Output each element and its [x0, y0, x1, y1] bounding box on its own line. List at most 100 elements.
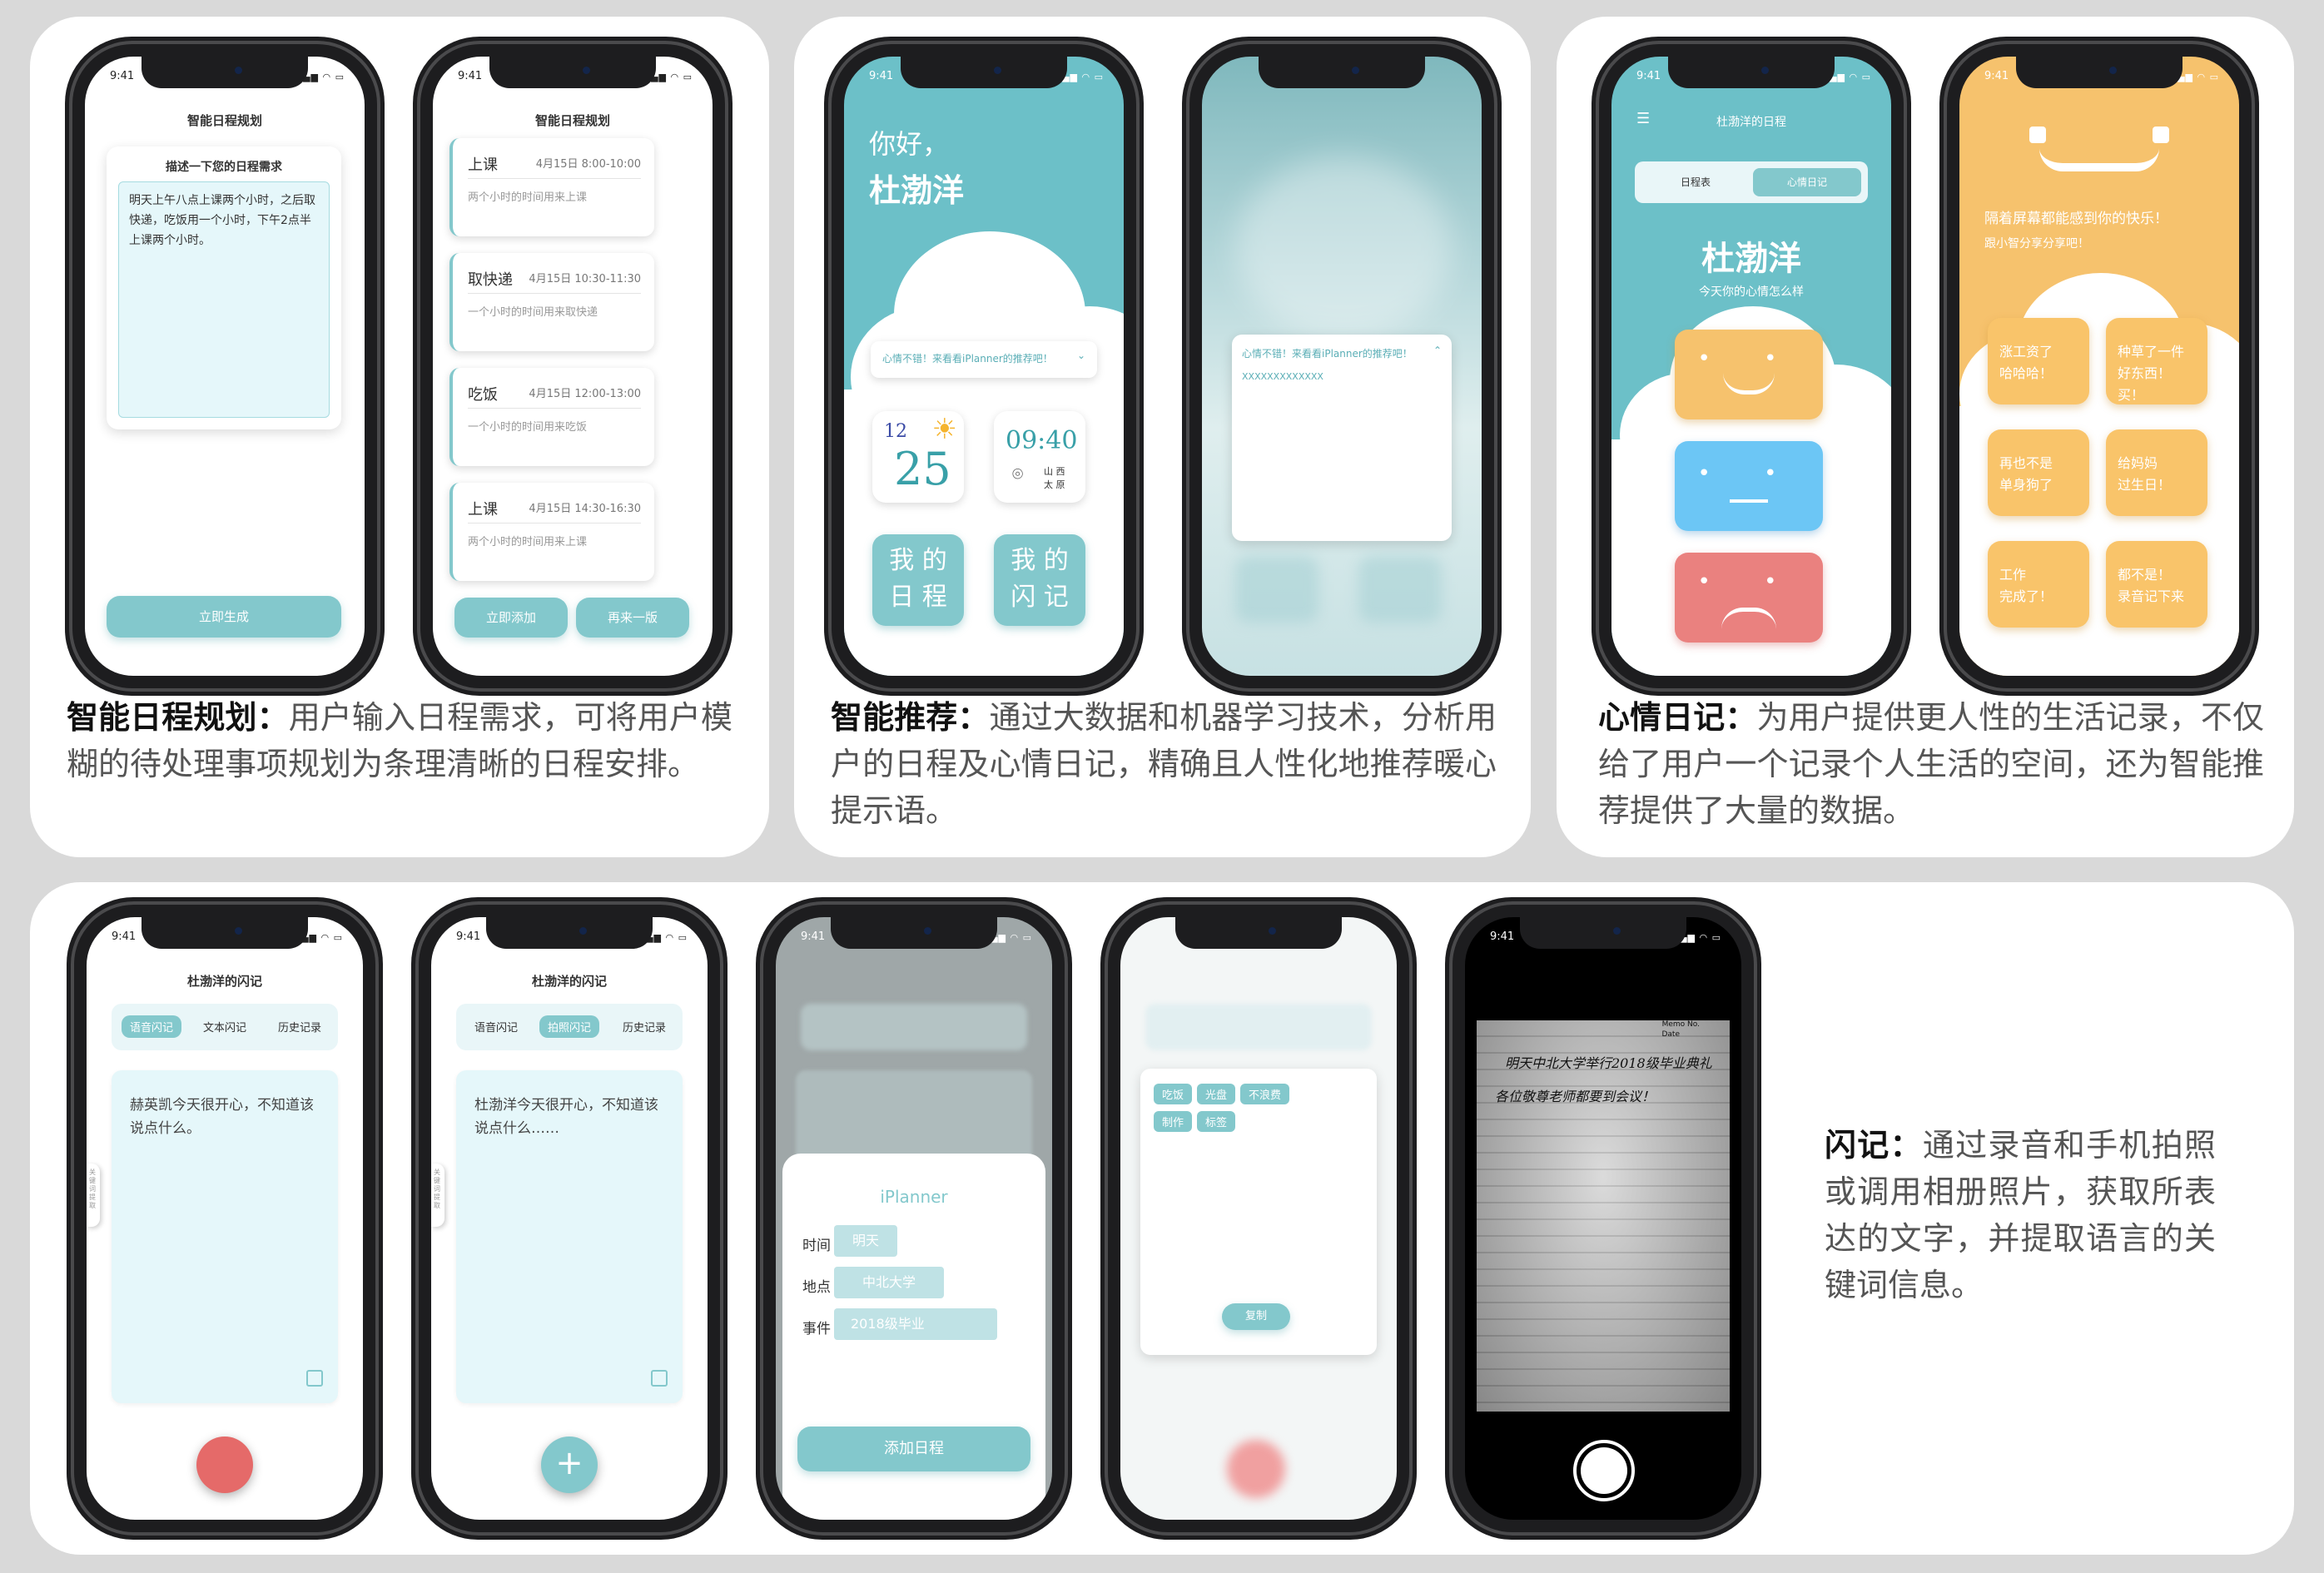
- mood-tile[interactable]: 都不是！ 录音记下来: [2106, 541, 2207, 628]
- place-label: 地点: [802, 1279, 831, 1296]
- note-tabs: 语音闪记 文本闪记 历史记录: [112, 1004, 338, 1050]
- phone-mood-select: 9:41 ▂▄▆ ◠ ▭ ☰ 杜渤洋的日程 日程表 心情日记 杜渤洋 今天你的心情…: [1592, 37, 1911, 696]
- keyword-tag[interactable]: 制作: [1154, 1111, 1193, 1132]
- event-card[interactable]: 上课 4月15日 14:30-16:30 两个小时的时间用来上课: [449, 483, 654, 581]
- phone-add-schedule: 9:41 ▂▄▆ ◠ ▭ iPlanner 时间 明天 地点 中北大学 事件 2018级…: [756, 897, 1072, 1540]
- generate-button[interactable]: 立即生成: [107, 596, 341, 638]
- tab-schedule[interactable]: 日程表: [1641, 168, 1750, 196]
- screen: 9:41 ▂▄▆ ◠ ▭ 隔着屏幕都能感到你的快乐！ 跟小智分享分享吧！ 涨工资了…: [1959, 57, 2239, 676]
- keyword-tag[interactable]: 吃饭: [1154, 1084, 1193, 1104]
- time-value[interactable]: 明天: [834, 1225, 898, 1257]
- notch: [486, 917, 653, 949]
- note-text: 赫英凯今天很开心，不知道该说点什么。: [130, 1097, 314, 1137]
- handwriting-line-1: 明天中北大学举行2018级毕业典礼: [1505, 1055, 1712, 1071]
- sad-face-button[interactable]: • •: [1675, 553, 1823, 643]
- save-icon[interactable]: [306, 1370, 323, 1387]
- mood-tile[interactable]: 再也不是 单身狗了: [1988, 429, 2089, 516]
- redo-button[interactable]: 再来一版: [576, 598, 689, 638]
- add-photo-button[interactable]: +: [541, 1437, 598, 1493]
- neutral-face-button[interactable]: • •: [1675, 441, 1823, 531]
- keyword-side-tab[interactable]: 关键词提取: [87, 1164, 100, 1227]
- tile-label: 种草了一件 好东西！买！: [2118, 344, 2185, 403]
- page-title: 杜渤洋的日程: [1716, 116, 1786, 129]
- location-city: 太 原: [1044, 479, 1065, 490]
- place-value[interactable]: 中北大学: [834, 1267, 945, 1298]
- event-time: 4月15日 14:30-16:30: [529, 503, 641, 515]
- screen: 9:41 ▂▄▆ ◠ ▭ 智能日程规划 上课 4月15日 8:00-10:00 两个小…: [433, 57, 713, 676]
- event-card[interactable]: 吃饭 4月15日 12:00-13:00 一个小时的时间用来吃饭: [449, 368, 654, 466]
- recommend-popup[interactable]: 心情不错！来看看iPlanner的推荐吧！ ⌃ XXXXXXXXXXXXX: [1232, 335, 1452, 541]
- chevron-down-icon: ⌄: [1076, 350, 1085, 361]
- tab-mood-diary[interactable]: 心情日记: [1753, 168, 1861, 196]
- event-desc: 一个小时的时间用来取快递: [468, 306, 598, 319]
- tile-label: 给妈妈 过生日！: [2118, 455, 2172, 493]
- tab-text-note[interactable]: 文本闪记: [195, 1015, 255, 1038]
- event-card[interactable]: 取快递 4月15日 10:30-11:30 一个小时的时间用来取快递: [449, 253, 654, 351]
- mood-question: 今天你的心情怎么样: [1699, 285, 1804, 299]
- my-schedule-button[interactable]: 我 的 日 程: [872, 534, 964, 626]
- tab-history[interactable]: 历史记录: [270, 1015, 330, 1038]
- add-now-button[interactable]: 立即添加: [454, 598, 568, 638]
- recommend-dropdown[interactable]: 心情不错！来看看iPlanner的推荐吧！ ⌄: [871, 341, 1097, 378]
- camera-preview: Memo No. Date 明天中北大学举行2018级毕业典礼 各位敬尊老师都要…: [1477, 1020, 1730, 1412]
- time-label: 时间: [802, 1238, 831, 1254]
- tile-label: 再也不是 单身狗了: [1999, 455, 2053, 493]
- note-content-box[interactable]: 赫英凯今天很开心，不知道该说点什么。: [112, 1070, 338, 1403]
- event-row: 事件 2018级毕业: [782, 1308, 1045, 1342]
- tab-history[interactable]: 历史记录: [614, 1015, 674, 1038]
- copy-button[interactable]: 复制: [1222, 1303, 1290, 1330]
- my-schedule-label: 我 的 日 程: [889, 546, 947, 612]
- requirement-input[interactable]: 明天上午八点上课两个小时，之后取快递，吃饭用一个小时，下午2点半上课两个小时。: [118, 181, 330, 418]
- happy-face-button[interactable]: • •: [1675, 330, 1823, 419]
- tab-voice-note[interactable]: 语音闪记: [466, 1015, 526, 1038]
- notch: [2016, 57, 2182, 88]
- chevron-up-icon: ⌃: [1433, 345, 1442, 356]
- status-time: 9:41: [458, 70, 483, 82]
- page-title: 智能日程规划: [186, 113, 262, 128]
- side-tab-label: 关键词提取: [89, 1169, 96, 1209]
- event-card[interactable]: 上课 4月15日 8:00-10:00 两个小时的时间用来上课: [449, 138, 654, 236]
- event-time: 4月15日 12:00-13:00: [529, 388, 641, 400]
- keyword-tag[interactable]: 不浪费: [1240, 1084, 1290, 1104]
- my-notes-button[interactable]: 我 的 闪 记: [994, 534, 1085, 626]
- keyword-tag[interactable]: 光盘: [1197, 1084, 1236, 1104]
- status-time: 9:41: [801, 930, 826, 943]
- event-time: 4月15日 8:00-10:00: [535, 158, 641, 171]
- feature-caption: 智能日程规划：用户输入日程需求，可将用户模糊的待处理事项规划为条理清晰的日程安排…: [67, 694, 732, 787]
- caption-title: 闪记：: [1825, 1127, 1923, 1164]
- popup-content: XXXXXXXXXXXXX: [1242, 371, 1323, 382]
- keyword-tag[interactable]: 标签: [1197, 1111, 1236, 1132]
- location-pin-icon: ⌾: [1012, 464, 1024, 485]
- app-name: iPlanner: [880, 1187, 948, 1207]
- big-smile-icon: [1959, 115, 2239, 181]
- tab-photo-note[interactable]: 拍照闪记: [539, 1015, 600, 1038]
- requirement-text: 明天上午八点上课两个小时，之后取快递，吃饭用一个小时，下午2点半上课两个小时。: [129, 194, 315, 247]
- record-button[interactable]: [196, 1437, 253, 1493]
- note-content-box[interactable]: 杜渤洋今天很开心，不知道该说点什么……: [456, 1070, 683, 1403]
- panel-schedule-planning: 9:41 ▂▄▆ ◠ ▭ 智能日程规划 描述一下您的日程需求 明天上午八点上课两个…: [30, 17, 769, 857]
- shutter-button[interactable]: [1573, 1440, 1635, 1501]
- status-time: 9:41: [1636, 70, 1661, 82]
- tile-label: 涨工资了 哈哈哈！: [1999, 344, 2053, 381]
- keyword-side-tab[interactable]: 关键词提取: [431, 1164, 444, 1227]
- mood-tile[interactable]: 给妈妈 过生日！: [2106, 429, 2207, 516]
- neutral-face-icon: • •: [1697, 461, 1800, 486]
- tab-voice-note[interactable]: 语音闪记: [122, 1015, 182, 1038]
- add-schedule-button[interactable]: 添加日程: [797, 1427, 1030, 1471]
- mood-tile[interactable]: 种草了一件 好东西！买！: [2106, 318, 2207, 404]
- notch: [142, 57, 308, 88]
- event-value[interactable]: 2018级毕业: [834, 1308, 997, 1340]
- event-name: 吃饭: [468, 386, 498, 404]
- caption-title: 智能日程规划：: [67, 699, 289, 736]
- page-title: 杜渤洋的闪记: [531, 974, 607, 989]
- clock-widget[interactable]: 09:40 ⌾ 山 西 太 原: [994, 411, 1085, 503]
- save-icon[interactable]: [651, 1370, 668, 1387]
- mood-tile[interactable]: 工作 完成了！: [1988, 541, 2089, 628]
- mood-tile[interactable]: 涨工资了 哈哈哈！: [1988, 318, 2089, 404]
- handwriting-line-2: 各位敬尊老师都要到会议！: [1495, 1089, 1656, 1104]
- memo-number: Memo No.: [1661, 1020, 1700, 1029]
- calendar-widget[interactable]: 12 ☀ 25: [872, 411, 964, 503]
- notch: [901, 57, 1067, 88]
- memo-date: Date: [1661, 1030, 1680, 1039]
- status-time: 9:41: [1490, 930, 1515, 943]
